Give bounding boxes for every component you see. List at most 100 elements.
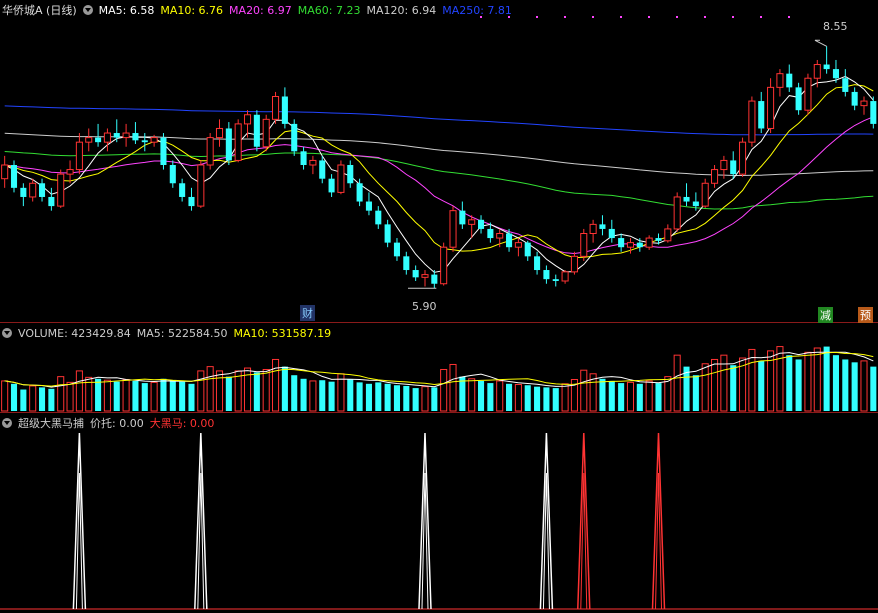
volume-bar — [356, 382, 363, 411]
candle-body — [608, 228, 615, 239]
candle-body — [645, 237, 653, 248]
volume-bar — [459, 376, 466, 411]
candle-body — [57, 173, 65, 207]
candle-body — [636, 242, 643, 248]
candle-body — [748, 100, 756, 143]
indicator-legend-items: 超级大黑马捕 价托: 0.00 大黑马: 0.00 — [18, 415, 214, 431]
volume-bar — [421, 386, 429, 412]
high-price-label: 8.55 — [823, 20, 848, 33]
price-chart-panel[interactable]: 华侨城A (日线) MA5: 6.58 MA10: 6.76 MA20: 6.97 M… — [0, 0, 878, 323]
volume-bar — [468, 378, 476, 412]
low-price-label: 5.90 — [412, 300, 437, 313]
dropdown-icon[interactable] — [82, 5, 93, 15]
candle-body — [95, 137, 102, 143]
volume-bar — [514, 384, 522, 412]
signal-dot — [760, 16, 762, 18]
volume-bar — [150, 381, 158, 412]
signal-dot — [620, 16, 622, 18]
candle-body — [711, 169, 719, 184]
candle-body — [618, 238, 625, 248]
ma-legend-0: MA5: 6.58 — [98, 3, 155, 17]
candle-body — [85, 137, 93, 143]
candle-body — [673, 196, 681, 230]
volume-bar — [561, 383, 569, 412]
volume-bar — [851, 362, 858, 411]
candle-body — [795, 87, 802, 111]
candle-body — [328, 178, 335, 193]
indicator-panel[interactable]: 超级大黑马捕 价托: 0.00 大黑马: 0.00 — [0, 412, 878, 613]
volume-bar — [262, 368, 270, 412]
tag-jian[interactable]: 减 — [818, 307, 833, 323]
candle-body — [449, 210, 457, 248]
candle-body — [860, 100, 868, 107]
volume-bar — [169, 380, 176, 411]
candle-body — [552, 279, 559, 281]
ind-legend-1: 价托: 0.00 — [90, 417, 144, 430]
volume-panel[interactable]: VOLUME: 423429.84 MA5: 522584.50 MA10: 531… — [0, 322, 878, 413]
candle-body — [543, 270, 550, 280]
volume-bar — [543, 387, 550, 411]
volume-bar — [776, 346, 784, 412]
candle-body — [487, 228, 494, 239]
volume-bar — [599, 378, 606, 411]
tag-yu[interactable]: 预 — [858, 307, 873, 323]
candle-body — [243, 114, 252, 125]
jiatuo-signal — [72, 432, 87, 610]
candle-body — [197, 164, 205, 207]
candle-body — [113, 133, 120, 138]
volume-bar — [57, 376, 65, 412]
signal-dot — [592, 16, 594, 18]
volume-bar — [823, 346, 830, 411]
volume-bar — [384, 383, 391, 411]
volume-bar — [412, 388, 419, 411]
volume-bar — [748, 348, 756, 412]
candle-body — [29, 182, 37, 198]
high-arrow — [814, 39, 827, 47]
volume-bar — [440, 368, 448, 412]
volume-bar — [38, 387, 46, 411]
volume-bar — [730, 365, 737, 411]
candle-body — [75, 141, 83, 171]
candle-body — [851, 91, 858, 106]
candle-body — [103, 132, 111, 143]
signal-dot — [536, 16, 538, 18]
candle-body — [655, 238, 662, 241]
volume-bar — [711, 358, 719, 412]
dropdown-icon[interactable] — [2, 418, 12, 428]
volume-bar — [449, 363, 457, 412]
candle-body — [337, 164, 345, 193]
candle-body — [477, 219, 485, 229]
volume-bar — [103, 379, 111, 412]
volume-bar — [197, 370, 205, 412]
candle-body — [599, 224, 606, 229]
candle-body — [580, 233, 588, 257]
jiatuo-signal — [194, 432, 208, 610]
indicator-chart[interactable] — [0, 413, 878, 613]
volume-bar — [477, 380, 485, 411]
jiatuo-signal — [539, 432, 554, 610]
candle-body — [319, 160, 326, 179]
signal-dot — [564, 16, 566, 18]
candle-body — [534, 256, 541, 271]
dropdown-icon[interactable] — [2, 328, 12, 338]
daheima-signal — [577, 432, 591, 610]
candle-body — [403, 256, 410, 271]
candle-body — [225, 128, 232, 161]
candle-body — [468, 219, 476, 225]
candle-body — [141, 140, 148, 143]
volume-bar — [141, 383, 148, 411]
volume-bar — [403, 385, 410, 411]
ma-legend-2: MA20: 6.97 — [229, 3, 292, 17]
volume-bar — [692, 375, 699, 411]
candle-body — [804, 77, 812, 111]
candlestick-chart[interactable] — [0, 0, 878, 322]
candle-body — [347, 165, 354, 184]
volume-bar — [804, 351, 812, 412]
candle-body — [262, 118, 270, 148]
candle-body — [234, 123, 242, 161]
tag-cai[interactable]: 财 — [300, 305, 315, 321]
candle-body — [20, 187, 27, 197]
candle-body — [626, 242, 635, 248]
volume-bar — [95, 378, 102, 411]
vol-legend-1: MA5: 522584.50 — [136, 326, 228, 340]
